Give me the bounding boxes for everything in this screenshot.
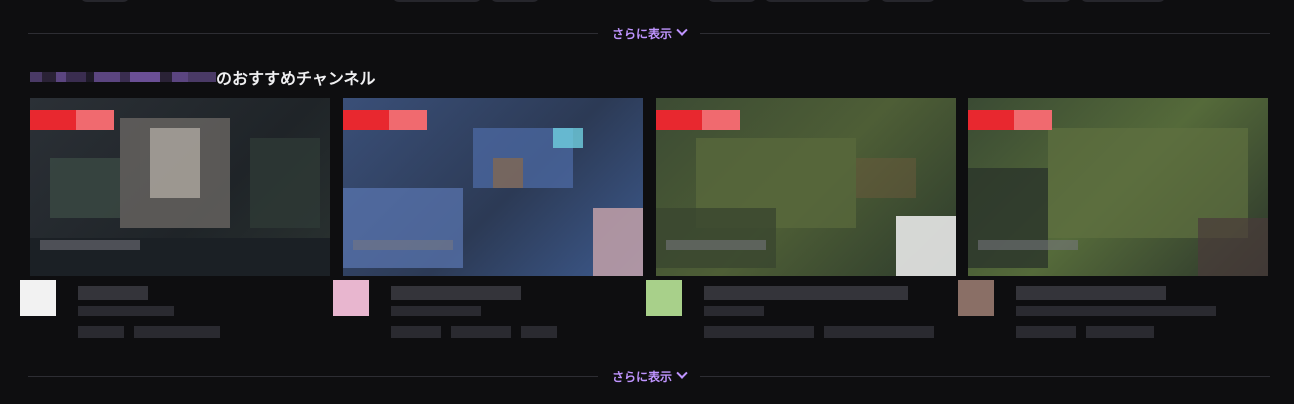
stream-thumbnail[interactable]	[30, 98, 330, 276]
filter-pill[interactable]	[490, 0, 540, 2]
channel-meta	[646, 280, 956, 360]
avatar[interactable]	[646, 280, 682, 316]
filter-pill[interactable]	[1020, 0, 1072, 2]
channel-meta	[20, 280, 330, 360]
show-more-button[interactable]: さらに表示	[598, 367, 700, 385]
category-tag[interactable]	[451, 326, 511, 338]
channel-card[interactable]	[20, 98, 330, 360]
top-filter-pills	[0, 0, 1294, 2]
viewer-count	[666, 240, 766, 250]
category-tag[interactable]	[1086, 326, 1154, 338]
viewer-count	[353, 240, 453, 250]
stream-title	[391, 306, 481, 316]
avatar[interactable]	[333, 280, 369, 316]
stream-title	[1016, 306, 1216, 316]
stream-thumbnail[interactable]	[968, 98, 1268, 276]
viewer-count	[40, 240, 140, 250]
category-tag[interactable]	[824, 326, 934, 338]
viewer-count	[978, 240, 1078, 250]
censored-username[interactable]	[30, 66, 216, 88]
channel-name[interactable]	[1016, 286, 1166, 300]
page: さらに表示 のおすすめチャンネル さらに表示	[0, 0, 1294, 404]
divider-line	[700, 375, 1271, 377]
divider-line	[28, 32, 598, 34]
channel-card[interactable]	[646, 98, 956, 360]
show-more-divider-top: さらに表示	[28, 23, 1271, 43]
divider-line	[700, 32, 1271, 34]
chevron-down-icon	[676, 367, 688, 379]
section-title: のおすすめチャンネル	[216, 69, 376, 88]
live-badge	[968, 110, 1052, 130]
show-more-label: さらに表示	[612, 26, 673, 41]
avatar[interactable]	[958, 280, 994, 316]
divider-line	[28, 375, 598, 377]
filter-pill[interactable]	[880, 0, 936, 2]
filter-pill[interactable]	[80, 0, 130, 2]
filter-pill[interactable]	[1080, 0, 1166, 2]
show-more-divider-bottom: さらに表示	[28, 366, 1271, 386]
category-tag[interactable]	[1016, 326, 1076, 338]
live-badge	[656, 110, 740, 130]
live-badge	[30, 110, 114, 130]
channel-card[interactable]	[333, 98, 643, 360]
show-more-button[interactable]: さらに表示	[598, 24, 700, 42]
show-more-label: さらに表示	[612, 369, 673, 384]
live-badge	[343, 110, 427, 130]
stream-title	[78, 306, 174, 316]
channel-name[interactable]	[78, 286, 148, 300]
channel-meta	[958, 280, 1268, 360]
category-tag[interactable]	[134, 326, 220, 338]
channel-name[interactable]	[704, 286, 908, 300]
avatar[interactable]	[20, 280, 56, 316]
category-tag[interactable]	[391, 326, 441, 338]
filter-pill[interactable]	[707, 0, 757, 2]
stream-title	[704, 306, 764, 316]
chevron-down-icon	[676, 24, 688, 36]
section-heading: のおすすめチャンネル	[30, 64, 376, 90]
recommended-channels-row	[20, 98, 1270, 360]
filter-pill[interactable]	[764, 0, 872, 2]
stream-thumbnail[interactable]	[343, 98, 643, 276]
channel-name[interactable]	[391, 286, 521, 300]
category-tag[interactable]	[704, 326, 814, 338]
channel-meta	[333, 280, 643, 360]
filter-pill[interactable]	[392, 0, 482, 2]
category-tag[interactable]	[521, 326, 557, 338]
channel-card[interactable]	[958, 98, 1268, 360]
stream-thumbnail[interactable]	[656, 98, 956, 276]
category-tag[interactable]	[78, 326, 124, 338]
